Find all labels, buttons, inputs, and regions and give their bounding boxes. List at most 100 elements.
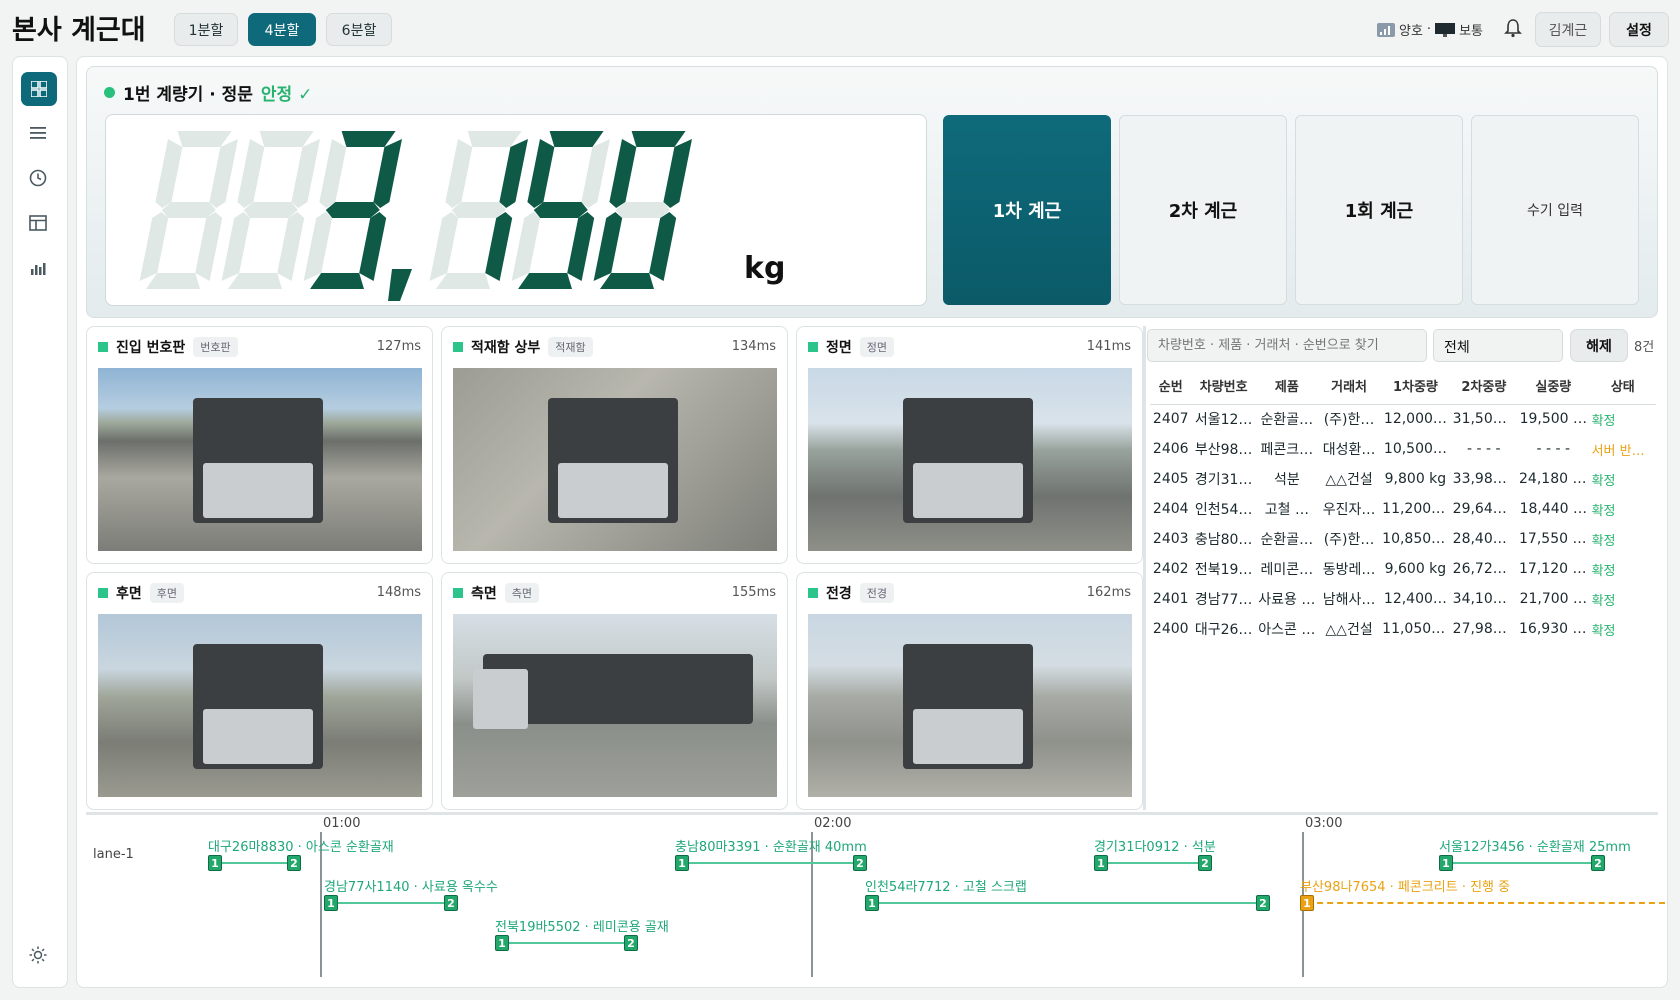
- filter-value: 전체: [1444, 340, 1470, 356]
- weigh-marker-2[interactable]: 2: [1591, 855, 1605, 871]
- weigh-marker-1[interactable]: 1: [324, 895, 338, 911]
- page-title: 본사 계근대: [12, 15, 146, 46]
- timeline-event-bar[interactable]: [1307, 902, 1665, 904]
- sidebar: [12, 56, 68, 988]
- chart-icon[interactable]: [22, 252, 54, 284]
- weigh-marker-2[interactable]: 2: [853, 855, 867, 871]
- table-cell: 아스콘 …: [1258, 622, 1316, 638]
- bell-icon[interactable]: [1504, 17, 1522, 39]
- truck-cab-shape: [558, 463, 668, 518]
- timeline-event-bar[interactable]: [502, 942, 631, 944]
- timeline-event-bar[interactable]: [872, 902, 1263, 904]
- column-header[interactable]: 제품: [1256, 368, 1318, 404]
- table-row[interactable]: 2406 부산98… 페콘크… 대성환… 10,500… - - - - - - - - 서버…: [1150, 434, 1656, 464]
- second-weigh-button[interactable]: 2차 계근: [1119, 115, 1287, 305]
- weigh-marker-1[interactable]: 1: [1094, 855, 1108, 871]
- single-weigh-label: 1회 계근: [1344, 201, 1414, 222]
- table-cell: △△건설: [1325, 622, 1373, 638]
- camera-tile-5[interactable]: 측면 측면 155ms: [441, 572, 788, 810]
- clock-icon[interactable]: [22, 162, 54, 194]
- first-weigh-button[interactable]: 1차 계근: [943, 115, 1111, 305]
- user-button[interactable]: 김계근: [1535, 12, 1601, 47]
- timeline-event-label[interactable]: 경남77사1140 · 사료용 옥수수: [324, 876, 498, 895]
- column-header[interactable]: 상태: [1590, 368, 1656, 404]
- table-row[interactable]: 2402 전북19… 레미콘… 동방레… 9,600 kg 26,720… 17,120 k…: [1150, 554, 1656, 584]
- table-cell: 2401: [1152, 591, 1189, 607]
- records-table: 순번 차량번호 제품 거래처 1차중량 2차중량 실중량 상태 2407 서울12… 순환골… (주…: [1150, 368, 1656, 644]
- camera-tile-6[interactable]: 전경 전경 162ms: [796, 572, 1143, 810]
- search-input[interactable]: [1147, 329, 1427, 362]
- split-4-button[interactable]: 4분할: [248, 13, 316, 46]
- filter-select[interactable]: 전체: [1433, 329, 1563, 362]
- timeline-event-label[interactable]: 인천54라7712 · 고철 스크랩: [865, 876, 1027, 895]
- timeline-event-bar[interactable]: [682, 862, 860, 864]
- weigh-marker-1[interactable]: 1: [495, 935, 509, 951]
- table-cell: 17,550 kg: [1519, 531, 1590, 547]
- separator: ·: [1426, 22, 1432, 37]
- digit-segment: [600, 273, 654, 289]
- table-cell: 페콘크…: [1260, 442, 1314, 458]
- weigh-marker-1[interactable]: 1: [1300, 895, 1314, 911]
- truck-cab-shape: [203, 709, 313, 764]
- camera-tag: 측면: [504, 583, 540, 603]
- column-header[interactable]: 거래처: [1318, 368, 1380, 404]
- weigh-marker-2[interactable]: 2: [1256, 895, 1270, 911]
- camera-tile-4[interactable]: 후면 후면 148ms: [86, 572, 433, 810]
- digit-segment: [155, 139, 183, 208]
- table-cell: 18,440 …: [1519, 501, 1588, 517]
- column-header[interactable]: 실중량: [1517, 368, 1590, 404]
- table-row[interactable]: 2403 충남80… 순환골… (주)한… 10,850 … 28,400… 17,550 …: [1150, 524, 1656, 554]
- table-row[interactable]: 2404 인천54… 고철 … 우진자… 11,200 kg 29,640… 18,440 …: [1150, 494, 1656, 524]
- table-cell: 남해사…: [1322, 592, 1376, 608]
- digit-segment: [467, 131, 522, 147]
- table-cell: 24,180 kg: [1519, 471, 1590, 487]
- list-icon[interactable]: [22, 117, 54, 149]
- column-header[interactable]: 1차중량: [1380, 368, 1451, 404]
- table-row[interactable]: 2400 대구26… 아스콘 … △△건설 11,050 kg 27,980 … 16,93…: [1150, 614, 1656, 644]
- table-cell: 고철 …: [1264, 502, 1309, 518]
- timeline-event-label[interactable]: 충남80마3391 · 순환골재 40mm: [675, 836, 867, 855]
- dashboard-icon[interactable]: [21, 72, 57, 106]
- timeline-event-bar[interactable]: [1101, 862, 1205, 864]
- timeline-event-label[interactable]: 서울12가3456 · 순환골재 25mm: [1439, 836, 1631, 855]
- weigh-marker-1[interactable]: 1: [1439, 855, 1453, 871]
- split-1-button[interactable]: 1분할: [174, 13, 238, 46]
- camera-tile-1[interactable]: 진입 번호판 번호판 127ms: [86, 326, 433, 564]
- table-row[interactable]: 2401 경남77… 사료용 … 남해사… 12,400… 34,100 … 21,700 …: [1150, 584, 1656, 614]
- theme-sun-icon[interactable]: [22, 939, 54, 971]
- timeline-event-label[interactable]: 전북19바5502 · 레미콘용 골재: [495, 916, 669, 935]
- table-cell: 확정: [1591, 413, 1616, 429]
- weigh-marker-2[interactable]: 2: [624, 935, 638, 951]
- digit-segment: [291, 139, 320, 208]
- timeline-event-bar[interactable]: [331, 902, 451, 904]
- digit-segment: [146, 273, 200, 289]
- digit-segment: [139, 212, 169, 281]
- camera-tile-2[interactable]: 적재함 상부 적재함 134ms: [441, 326, 788, 564]
- camera-tile-3[interactable]: 정면 정면 141ms: [796, 326, 1143, 564]
- weigh-marker-2[interactable]: 2: [444, 895, 458, 911]
- timeline-event-label[interactable]: 대구26마8830 · 아스콘 순환골재: [208, 836, 394, 855]
- column-header[interactable]: 차량번호: [1191, 368, 1255, 404]
- camera-status-indicator: [98, 342, 108, 352]
- weigh-marker-1[interactable]: 1: [208, 855, 222, 871]
- column-header[interactable]: 2차중량: [1451, 368, 1517, 404]
- timeline-event-bar[interactable]: [1446, 862, 1598, 864]
- manual-input-button[interactable]: 수기 입력: [1471, 115, 1639, 305]
- table-row[interactable]: 2405 경기31… 석분 △△건설 9,800 kg 33,980… 24,180 kg 확…: [1150, 464, 1656, 494]
- split-6-button[interactable]: 6분할: [326, 13, 392, 46]
- weigh-marker-2[interactable]: 2: [1198, 855, 1212, 871]
- table-cell: - - - -: [1467, 441, 1501, 457]
- layout-icon[interactable]: [22, 207, 54, 239]
- table-row[interactable]: 2407 서울12… 순환골… (주)한… 12,000… 31,500 … 19,500 …: [1150, 404, 1656, 434]
- timeline-event-bar[interactable]: [215, 862, 294, 864]
- single-weigh-button[interactable]: 1회 계근: [1295, 115, 1463, 305]
- clear-button[interactable]: 해제: [1570, 329, 1628, 362]
- settings-button[interactable]: 설정: [1609, 12, 1669, 47]
- timeline-event-label[interactable]: 경기31다0912 · 석분: [1094, 836, 1216, 855]
- column-header[interactable]: 순번: [1150, 368, 1191, 404]
- weigh-marker-1[interactable]: 1: [675, 855, 689, 871]
- weigh-marker-1[interactable]: 1: [865, 895, 879, 911]
- timeline-event-label[interactable]: 부산98나7654 · 페콘크리트 · 진행 중: [1300, 876, 1510, 895]
- weigh-marker-2[interactable]: 2: [287, 855, 301, 871]
- table-cell: 2406: [1152, 441, 1189, 457]
